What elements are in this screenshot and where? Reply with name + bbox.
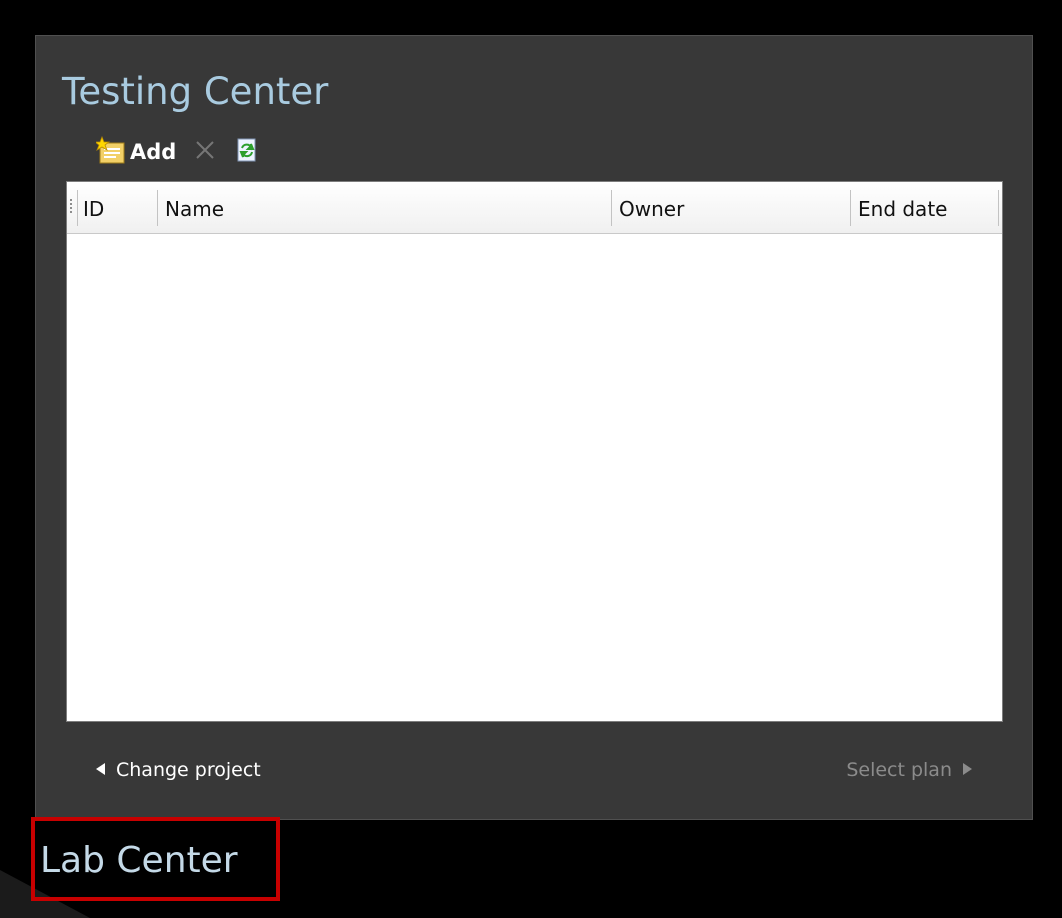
test-plans-table[interactable]: ID Name Owner End date (66, 181, 1003, 722)
close-icon (194, 139, 216, 165)
new-item-icon (93, 135, 126, 168)
change-project-label: Change project (116, 759, 261, 781)
column-header-name[interactable]: Name (157, 182, 611, 233)
add-button-label: Add (130, 140, 177, 164)
change-project-button[interactable]: Change project (94, 755, 261, 785)
refresh-button[interactable] (236, 136, 258, 168)
page-title: Testing Center (62, 70, 329, 113)
column-header-owner[interactable]: Owner (611, 182, 850, 233)
page: Testing Center Add ID Name Owner End dat… (0, 0, 1062, 918)
table-body[interactable] (67, 234, 1002, 721)
column-header-end-date[interactable]: End date (850, 182, 1000, 233)
chevron-right-icon (962, 761, 974, 780)
lab-center-label[interactable]: Lab Center (40, 837, 238, 885)
select-plan-button[interactable]: Select plan (846, 755, 974, 785)
chevron-left-icon (94, 761, 106, 780)
refresh-icon (236, 138, 258, 166)
delete-button[interactable] (194, 136, 216, 168)
column-header-id[interactable]: ID (77, 182, 157, 233)
add-button[interactable]: Add (93, 135, 177, 168)
toolbar: Add (93, 135, 258, 168)
select-plan-label: Select plan (846, 759, 952, 781)
column-grip-icon[interactable] (70, 199, 72, 215)
table-header: ID Name Owner End date (67, 182, 1002, 234)
